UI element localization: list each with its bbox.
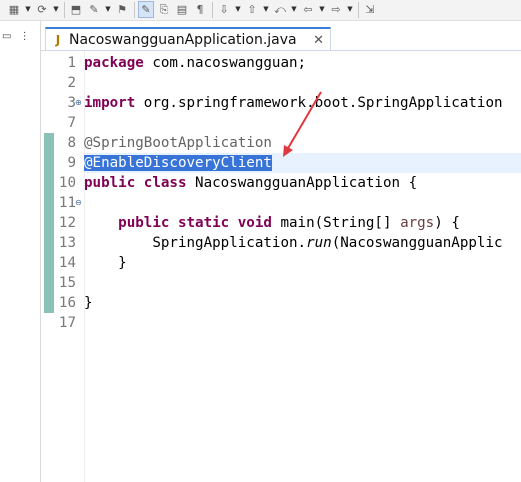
line-number: 7 bbox=[67, 115, 76, 131]
toolbar-separator bbox=[212, 2, 213, 18]
line-number: 12 bbox=[58, 215, 76, 231]
code-token: main(String[] bbox=[271, 215, 401, 231]
prev-annotation-icon[interactable]: ⇧ bbox=[244, 1, 260, 18]
line-number: 14 bbox=[58, 255, 76, 271]
code-token: void bbox=[237, 215, 272, 231]
chevron-down-icon[interactable]: ▼ bbox=[318, 1, 326, 18]
code-token: public bbox=[84, 175, 136, 191]
chevron-down-icon[interactable]: ▼ bbox=[262, 1, 270, 18]
code-line[interactable]: package com.nacoswangguan; bbox=[84, 53, 521, 73]
line-number: 10 bbox=[58, 175, 76, 191]
code-line[interactable] bbox=[84, 273, 521, 293]
code-token: static bbox=[177, 215, 230, 231]
chevron-down-icon[interactable]: ▼ bbox=[346, 1, 354, 18]
chevron-down-icon[interactable]: ▼ bbox=[104, 1, 112, 18]
code-token: org.springframework.boot.SpringApplicati… bbox=[135, 95, 503, 111]
more-icon[interactable]: ⋮ bbox=[20, 31, 30, 42]
toolbar-separator bbox=[134, 2, 135, 18]
code-token: ) { bbox=[434, 215, 460, 231]
code-line[interactable]: @EnableDiscoveryClient bbox=[84, 153, 521, 173]
paragraph-icon[interactable]: ¶ bbox=[192, 1, 208, 18]
code-token: class bbox=[143, 175, 187, 191]
panel-tools: ▭ ⋮ bbox=[2, 31, 35, 42]
highlight-icon[interactable]: ✎ bbox=[138, 1, 154, 18]
code-line[interactable] bbox=[84, 73, 521, 93]
code-token: package bbox=[84, 55, 144, 71]
code-token: NacoswangguanApplication { bbox=[186, 175, 418, 191]
code-token: } bbox=[84, 255, 127, 271]
filter-icon[interactable]: ⚑ bbox=[114, 1, 130, 18]
code-token: (NacoswangguanApplic bbox=[331, 235, 503, 251]
code-line[interactable]: } bbox=[84, 253, 521, 273]
left-panel-strip: ▭ ⋮ bbox=[0, 21, 41, 482]
line-number: 15 bbox=[58, 275, 76, 291]
line-number: 3 bbox=[67, 95, 76, 111]
line-number: 13 bbox=[58, 235, 76, 251]
main-toolbar: ▦ ▼ ⟳ ▼ ⬒ ✎ ▼ ⚑ ✎ ⎘ ▤ ¶ ⇩ ▼ ⇧ ▼ ⤺ ▼ ⇦ ▼ ⇨ ▼ ⇲ bbox=[0, 0, 521, 21]
code-token: } bbox=[84, 295, 93, 311]
code-line[interactable] bbox=[84, 313, 521, 333]
code-line[interactable]: } bbox=[84, 293, 521, 313]
back-edit-icon[interactable]: ⤺ bbox=[272, 1, 288, 18]
chevron-down-icon[interactable]: ▼ bbox=[234, 1, 242, 18]
java-file-icon: J bbox=[55, 33, 61, 47]
line-number: 9 bbox=[67, 155, 76, 171]
minimize-icon[interactable]: ▭ bbox=[2, 31, 11, 42]
code-line[interactable]: public class NacoswangguanApplication { bbox=[84, 173, 521, 193]
forward-icon[interactable]: ⇨ bbox=[328, 1, 344, 18]
code-line[interactable]: public static void main(String[] args) { bbox=[84, 213, 521, 233]
tools-icon[interactable]: ✎ bbox=[86, 1, 102, 18]
open-icon[interactable]: ⬒ bbox=[68, 1, 84, 18]
line-number: 2 bbox=[67, 75, 76, 91]
tab-nacoswangguan-application[interactable]: J NacoswangguanApplication.java ✕ bbox=[45, 27, 331, 51]
toolbar-separator bbox=[358, 2, 359, 18]
code-token: run bbox=[306, 235, 332, 251]
line-number: 8 bbox=[67, 135, 76, 151]
code-token: args bbox=[400, 215, 435, 231]
toolbar-separator bbox=[64, 2, 65, 18]
code-line[interactable]: import org.springframework.boot.SpringAp… bbox=[84, 93, 521, 113]
code-line[interactable]: @SpringBootApplication bbox=[84, 133, 521, 153]
doc-icon[interactable]: ⎘ bbox=[156, 1, 172, 18]
code-line[interactable] bbox=[84, 113, 521, 133]
close-icon[interactable]: ✕ bbox=[313, 33, 324, 48]
tab-title: NacoswangguanApplication.java bbox=[69, 32, 297, 48]
line-number: 11 bbox=[58, 195, 76, 211]
line-number: 16 bbox=[58, 295, 76, 311]
line-number: 1 bbox=[67, 55, 76, 71]
change-indicator-bar bbox=[44, 133, 54, 313]
code-token: import bbox=[84, 95, 136, 111]
chevron-down-icon[interactable]: ▼ bbox=[290, 1, 298, 18]
pin-icon[interactable]: ⇲ bbox=[362, 1, 378, 18]
code-token: @SpringBootApplication bbox=[84, 135, 272, 151]
line-number: 17 bbox=[58, 315, 76, 331]
code-token: public bbox=[118, 215, 170, 231]
selected-text: @EnableDiscoveryClient bbox=[84, 155, 272, 171]
expand-fold-icon[interactable]: ⊕ bbox=[75, 93, 82, 113]
code-line[interactable] bbox=[84, 193, 521, 213]
chevron-down-icon[interactable]: ▼ bbox=[52, 1, 60, 18]
next-annotation-icon[interactable]: ⇩ bbox=[216, 1, 232, 18]
package-icon[interactable]: ▦ bbox=[6, 1, 22, 18]
collapse-fold-icon[interactable]: ⊖ bbox=[75, 193, 82, 213]
chevron-down-icon[interactable]: ▼ bbox=[24, 1, 32, 18]
code-editor[interactable]: package com.nacoswangguan; import org.spr… bbox=[84, 51, 521, 482]
code-token: com.nacoswangguan; bbox=[143, 55, 307, 71]
code-line[interactable]: SpringApplication.run(NacoswangguanAppli… bbox=[84, 233, 521, 253]
back-icon[interactable]: ⇦ bbox=[300, 1, 316, 18]
run-icon[interactable]: ⟳ bbox=[34, 1, 50, 18]
editor-tab-bar: J NacoswangguanApplication.java ✕ bbox=[41, 21, 521, 51]
code-token: SpringApplication. bbox=[84, 235, 307, 251]
page-icon[interactable]: ▤ bbox=[174, 1, 190, 18]
